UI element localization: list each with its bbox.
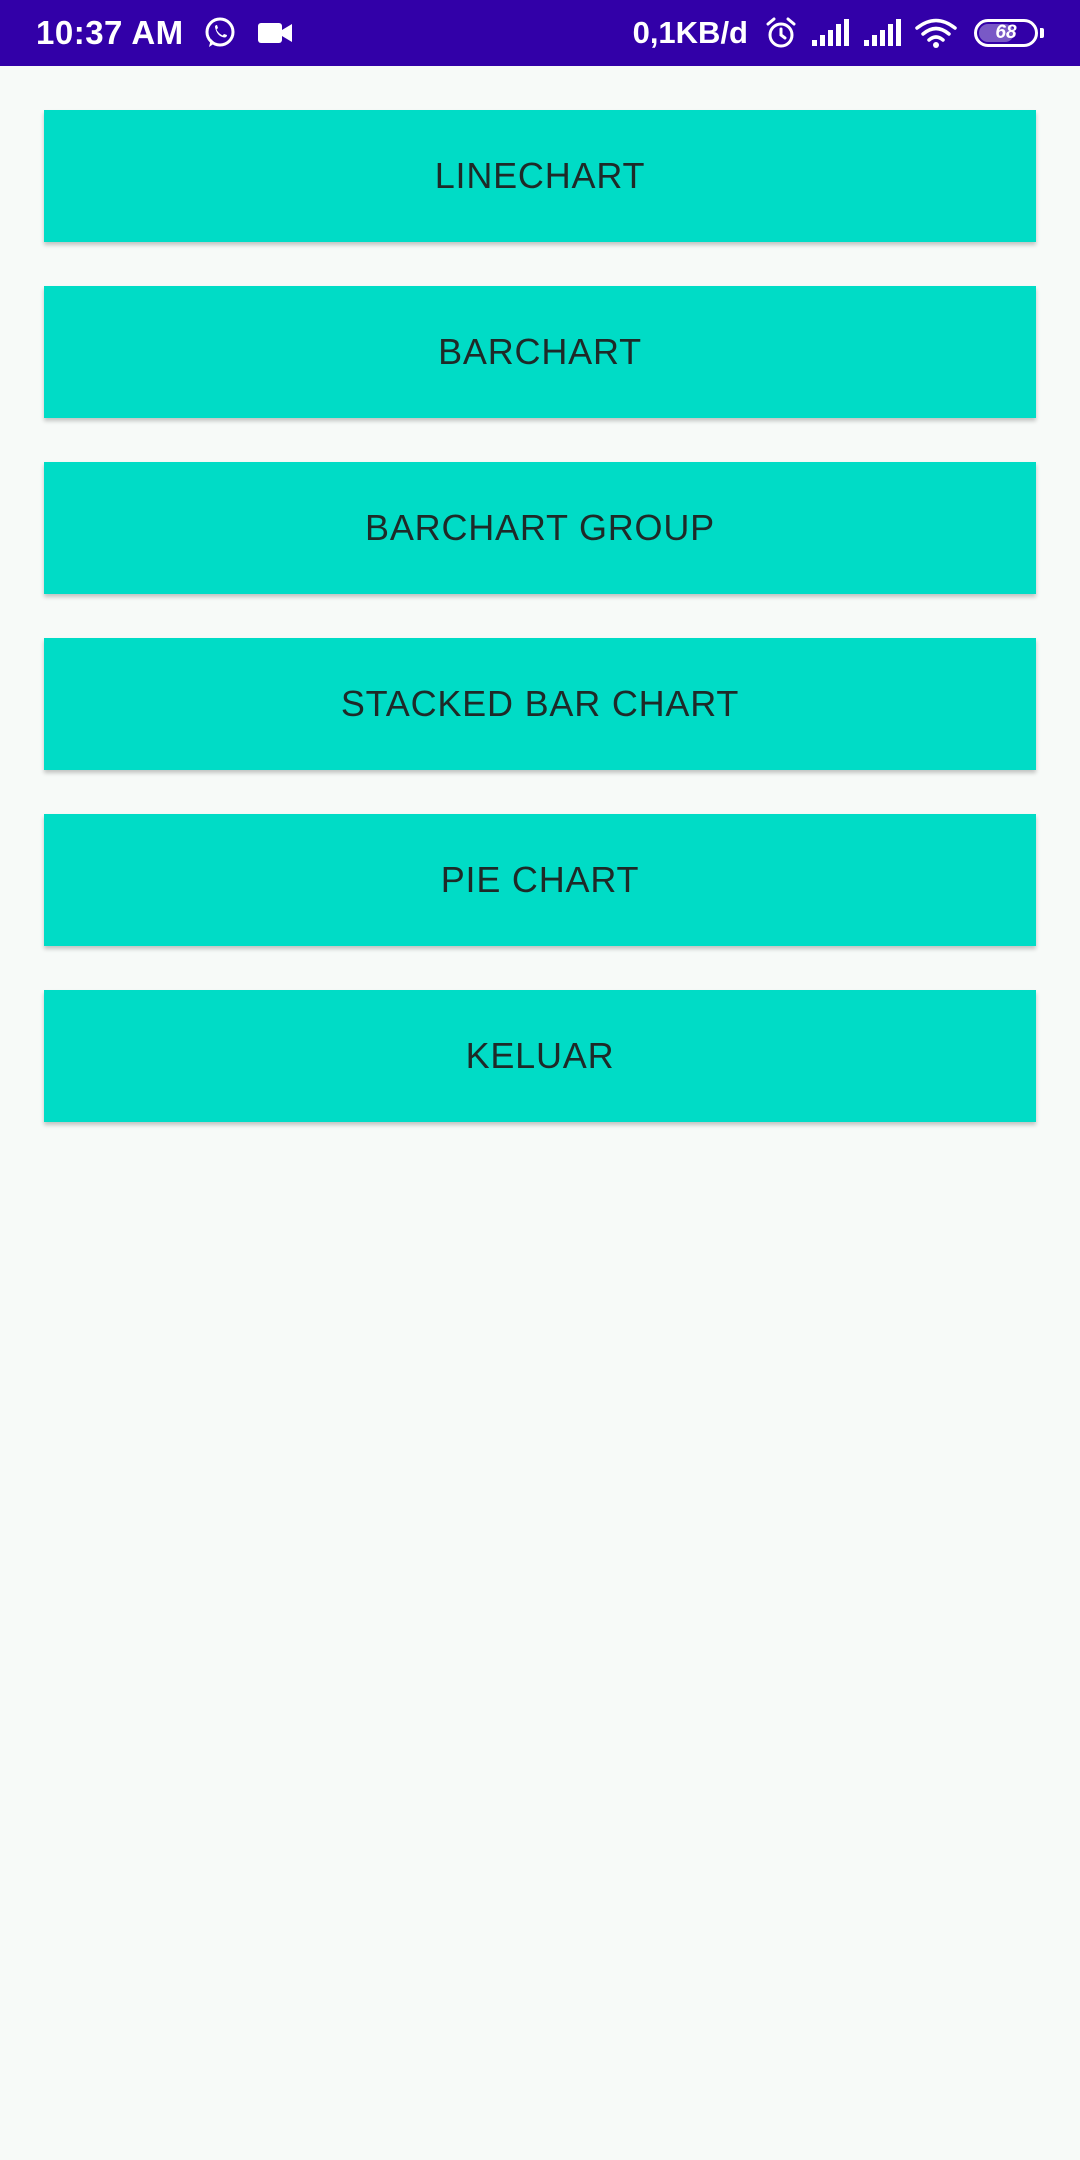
network-speed: 0,1KB/d <box>632 15 748 50</box>
signal-icon <box>862 18 902 48</box>
chart-menu: LINECHART BARCHART BARCHART GROUP STACKE… <box>44 110 1036 1166</box>
status-bar: 10:37 AM 0,1KB/d 68 <box>0 0 1080 66</box>
battery-icon: 68 <box>974 19 1038 47</box>
battery-percent: 68 <box>995 22 1017 43</box>
whatsapp-icon <box>202 15 238 51</box>
status-bar-left: 10:37 AM <box>36 0 294 66</box>
barchart-button[interactable]: BARCHART <box>44 286 1036 418</box>
battery-tip <box>1040 28 1044 38</box>
status-time: 10:37 AM <box>36 14 184 51</box>
pie-chart-button[interactable]: PIE CHART <box>44 814 1036 946</box>
keluar-button[interactable]: KELUAR <box>44 990 1036 1122</box>
linechart-button[interactable]: LINECHART <box>44 110 1036 242</box>
signal-icon <box>810 18 850 48</box>
wifi-icon <box>914 17 958 49</box>
status-bar-right: 0,1KB/d 68 <box>633 0 1044 66</box>
alarm-icon <box>764 16 798 50</box>
video-camera-icon <box>256 19 294 47</box>
barchart-group-button[interactable]: BARCHART GROUP <box>44 462 1036 594</box>
stacked-bar-chart-button[interactable]: STACKED BAR CHART <box>44 638 1036 770</box>
